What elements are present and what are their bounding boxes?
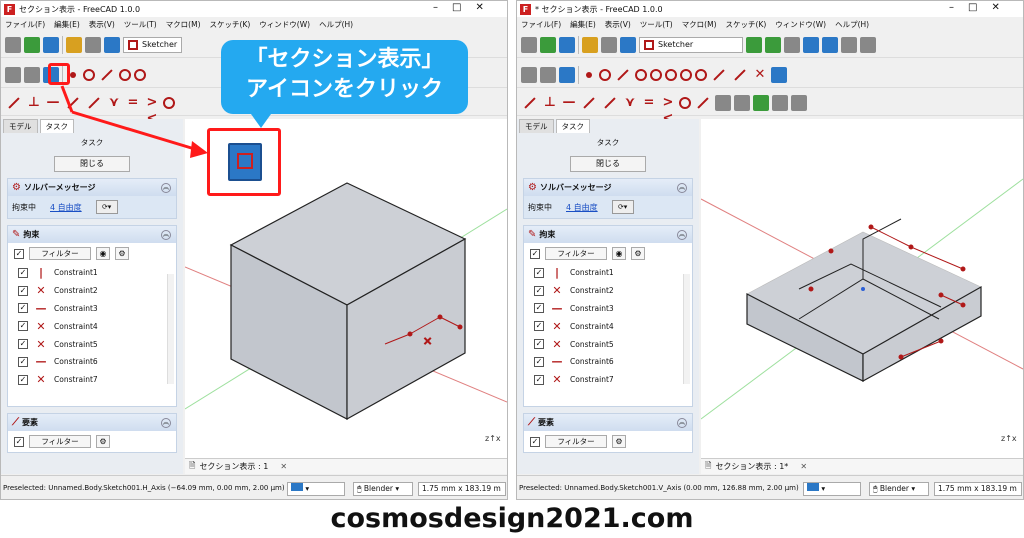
annotation-arrow xyxy=(60,85,208,158)
highlight-box-zoom xyxy=(207,128,281,196)
view-section-icon xyxy=(228,143,262,181)
footer-watermark: cosmosdesign2021.com xyxy=(330,503,694,534)
section-icon-detail xyxy=(237,153,253,169)
